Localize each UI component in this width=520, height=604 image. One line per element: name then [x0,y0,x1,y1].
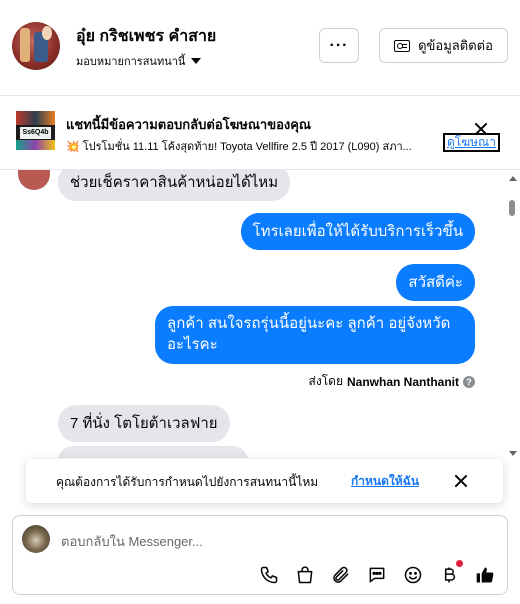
view-contact-info-button[interactable]: ดูข้อมูลติดต่อ [379,28,508,63]
composer-toolbar [258,560,496,586]
message-bubble-incoming[interactable]: ช่วยเช็คราคาสินค้าหน่อยได้ไหม [58,170,291,201]
baht-icon[interactable] [438,560,463,586]
message-line: อะไรคะ [167,336,218,353]
thread-scrollbar[interactable] [507,176,517,456]
emoji-icon[interactable] [402,564,424,586]
more-icon: ··· [329,36,349,54]
contact-name[interactable]: อุ๋ย กริชเพชร คำสาย [76,24,216,49]
message-line: ลูกค้า สนใจรถรุ่นนี้อยู่นะคะ ลูกค้า อยู่… [167,315,451,332]
message-bubble-incoming-partial[interactable] [58,446,248,458]
page-avatar [22,525,50,553]
caret-down-icon [191,58,202,64]
shopping-bag-icon[interactable] [294,564,316,586]
id-card-icon [394,39,411,52]
contact-small-avatar [18,170,50,190]
assign-label: มอบหมายการสนทนานี้ [76,56,186,68]
reply-input[interactable]: ตอบกลับใน Messenger... [61,531,203,552]
more-options-button[interactable]: ··· [319,28,359,63]
sent-by-label: ส่งโดย Nanwhan Nanthanit ? [309,372,475,391]
close-icon [474,122,488,136]
scrollbar-thumb[interactable] [509,200,515,216]
conversation-header: อุ๋ย กริชเพชร คำสาย มอบหมายการสนทนานี้ ·… [0,0,520,96]
scroll-up-arrow-icon[interactable] [509,176,517,181]
view-contact-info-label: ดูข้อมูลติดต่อ [418,38,493,53]
message-bubble-outgoing[interactable]: ลูกค้า สนใจรถรุ่นนี้อยู่นะคะ ลูกค้า อยู่… [155,306,475,364]
close-reminder-button[interactable] [454,474,468,488]
assign-to-me-link[interactable]: กำหนดให้ฉัน [351,472,419,491]
paperclip-icon[interactable] [330,564,352,586]
message-bubble-incoming[interactable]: 7 ที่นั่ง โตโยต้าเวลฟาย [58,405,230,442]
message-bubble-outgoing[interactable]: โทรเลยเพื่อให้ได้รับบริการเร็วขึ้น [240,213,475,250]
saved-reply-icon[interactable] [366,564,388,586]
assign-conversation-dropdown[interactable]: มอบหมายการสนทนานี้ [76,52,202,70]
like-icon[interactable] [474,564,496,586]
sender-name: Nanwhan Nanthanit [346,374,459,389]
phone-icon[interactable] [258,564,280,586]
scroll-down-arrow-icon[interactable] [509,451,517,456]
ad-banner-description: 💥 โปรโมชั่น 11.11 โค้งสุดท้าย! Toyota Ve… [66,141,412,153]
close-icon [454,474,468,488]
message-bubble-outgoing[interactable]: สวัสดีค่ะ [396,264,475,301]
close-ad-banner-button[interactable] [474,122,492,140]
ad-banner-title: แชทนี้มีข้อความตอบกลับต่อโฆษณาของคุณ [66,117,311,132]
ad-thumbnail[interactable]: Ss6Q4b [16,111,55,150]
help-icon[interactable]: ? [463,375,475,388]
ad-reply-banner: Ss6Q4b แชทนี้มีข้อความตอบกลับต่อโฆษณาของ… [0,96,520,170]
notification-dot [456,560,463,567]
message-composer: ตอบกลับใน Messenger... [12,515,508,595]
contact-avatar[interactable] [12,22,60,70]
assign-reminder-text: คุณต้องการได้รับการกำหนดไปยังการสนทนานี้… [56,475,319,489]
assign-reminder-popup: คุณต้องการได้รับการกำหนดไปยังการสนทนานี้… [26,459,503,503]
message-thread[interactable]: ช่วยเช็คราคาสินค้าหน่อยได้ไหม โทรเลยเพื่… [0,170,520,458]
